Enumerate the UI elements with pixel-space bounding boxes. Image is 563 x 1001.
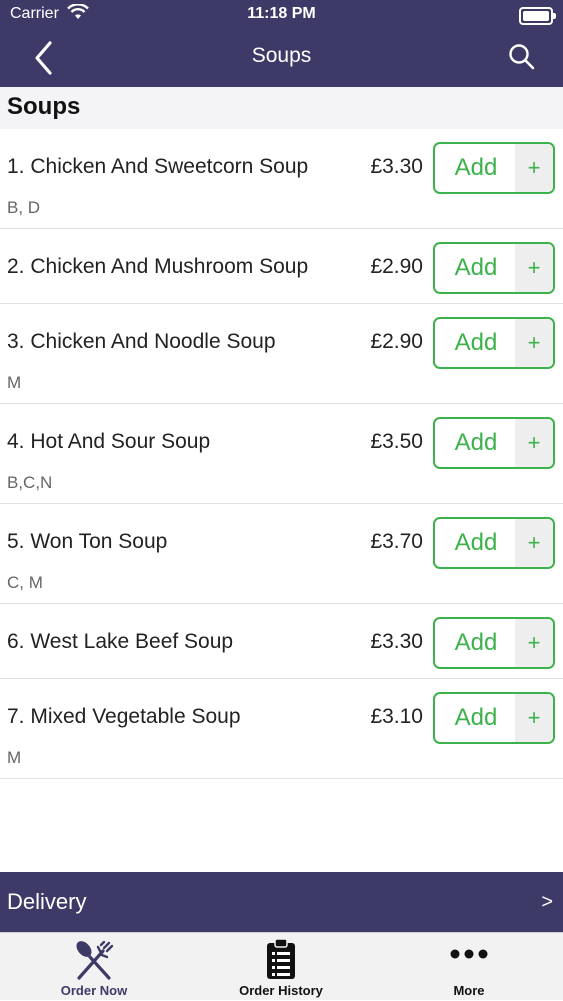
add-label: Add xyxy=(454,154,498,181)
add-label: Add xyxy=(454,254,498,281)
item-name: 6. West Lake Beef Soup xyxy=(7,630,234,653)
item-name: 3. Chicken And Noodle Soup xyxy=(7,330,276,353)
item-allergens: C, M xyxy=(7,573,43,592)
add-button[interactable]: Add + xyxy=(433,242,555,294)
add-button[interactable]: Add + xyxy=(433,617,555,669)
menu-list: 1. Chicken And Sweetcorn Soup £3.30 B, D… xyxy=(0,129,563,779)
plus-icon: + xyxy=(515,419,553,467)
section-title: Soups xyxy=(7,93,81,120)
add-button[interactable]: Add + xyxy=(433,517,555,569)
delivery-label: Delivery xyxy=(7,889,87,914)
list-item: 1. Chicken And Sweetcorn Soup £3.30 B, D… xyxy=(0,129,563,229)
plus-icon: + xyxy=(515,319,553,367)
item-price: £3.30 xyxy=(370,630,423,653)
add-button[interactable]: Add + xyxy=(433,142,555,194)
add-label: Add xyxy=(454,329,498,356)
search-icon[interactable] xyxy=(507,42,537,72)
nav-title: Soups xyxy=(251,44,312,67)
list-item: 3. Chicken And Noodle Soup £2.90 M Add + xyxy=(0,304,563,404)
add-label: Add xyxy=(454,704,498,731)
item-price: £3.10 xyxy=(370,705,423,728)
tab-order-now[interactable]: Order Now xyxy=(24,933,164,1001)
tab-label: Order Now xyxy=(60,983,128,998)
list-item: 7. Mixed Vegetable Soup £3.10 M Add + xyxy=(0,679,563,779)
item-name: 1. Chicken And Sweetcorn Soup xyxy=(7,155,309,178)
item-allergens: B,C,N xyxy=(7,473,53,492)
item-name: 2. Chicken And Mushroom Soup xyxy=(7,255,309,278)
plus-icon: + xyxy=(515,619,553,667)
chevron-right-icon: > xyxy=(541,891,553,913)
tab-more[interactable]: More xyxy=(399,933,539,1001)
list-item: 6. West Lake Beef Soup £3.30 Add + xyxy=(0,604,563,679)
item-allergens: B, D xyxy=(7,198,41,217)
plus-icon: + xyxy=(515,694,553,742)
battery-icon xyxy=(519,7,556,25)
plus-icon: + xyxy=(515,244,553,292)
status-time: 11:18 PM xyxy=(247,5,316,22)
more-dots-icon xyxy=(449,947,489,965)
add-button[interactable]: Add + xyxy=(433,692,555,744)
fork-spoon-icon xyxy=(71,937,117,988)
top-bar: Carrier 11:18 PM Soups xyxy=(0,0,563,87)
list-item: 5. Won Ton Soup £3.70 C, M Add + xyxy=(0,504,563,604)
add-button[interactable]: Add + xyxy=(433,317,555,369)
section-header: Soups xyxy=(0,87,563,129)
delivery-bar[interactable]: Delivery > xyxy=(0,872,563,932)
add-label: Add xyxy=(454,529,498,556)
item-price: £3.50 xyxy=(370,430,423,453)
item-allergens: M xyxy=(7,373,22,392)
add-label: Add xyxy=(454,629,498,656)
add-label: Add xyxy=(454,429,498,456)
plus-icon: + xyxy=(515,519,553,567)
tab-label: Order History xyxy=(239,983,323,998)
item-allergens: M xyxy=(7,748,22,767)
item-price: £3.70 xyxy=(370,530,423,553)
plus-icon: + xyxy=(515,144,553,192)
tab-label: More xyxy=(453,983,485,998)
list-item: 4. Hot And Sour Soup £3.50 B,C,N Add + xyxy=(0,404,563,504)
item-name: 7. Mixed Vegetable Soup xyxy=(7,705,241,728)
tab-bar: Order Now Order History More xyxy=(0,932,563,1000)
item-price: £2.90 xyxy=(370,255,423,278)
list-item: 2. Chicken And Mushroom Soup £2.90 Add + xyxy=(0,229,563,304)
item-name: 5. Won Ton Soup xyxy=(7,530,168,553)
item-price: £3.30 xyxy=(370,155,423,178)
item-name: 4. Hot And Sour Soup xyxy=(7,430,211,453)
tab-order-history[interactable]: Order History xyxy=(211,933,351,1001)
add-button[interactable]: Add + xyxy=(433,417,555,469)
clipboard-list-icon xyxy=(264,937,298,986)
item-price: £2.90 xyxy=(370,330,423,353)
status-bar: Carrier 11:18 PM xyxy=(0,0,563,30)
navigation-bar: Soups xyxy=(0,30,563,87)
